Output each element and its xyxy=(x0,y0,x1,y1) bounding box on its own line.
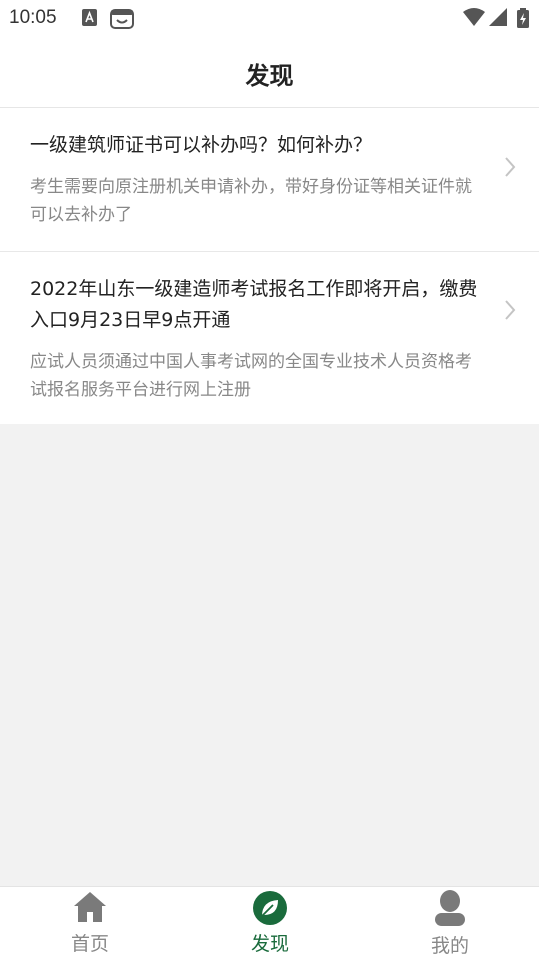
tab-home-label: 首页 xyxy=(70,933,109,955)
tab-mine[interactable]: 我的 xyxy=(360,887,539,959)
keyboard-notification-icon xyxy=(82,9,97,26)
status-time: 10:05 xyxy=(9,7,57,28)
article-list: 一级建筑师证书可以补办吗？如何补办？ 考生需要向原注册机关申请补办，带好身份证等… xyxy=(0,108,539,424)
bottom-tab-bar: 首页 发现 我的 xyxy=(0,886,539,959)
tab-home[interactable]: 首页 xyxy=(0,887,180,959)
page-header: 发现 xyxy=(0,38,539,108)
signal-icon xyxy=(489,8,507,26)
chevron-right-icon xyxy=(505,157,516,177)
article-title: 2022年山东一级建造师考试报名工作即将开启，缴费入口9月23日早9点开通 xyxy=(30,278,478,331)
chevron-right-icon xyxy=(505,300,516,320)
article-summary: 应试人员须通过中国人事考试网的全国专业技术人员资格考试报名服务平台进行网上注册 xyxy=(30,352,472,400)
wifi-icon xyxy=(463,8,485,26)
status-bar: 10:05 xyxy=(0,0,539,38)
person-icon xyxy=(435,890,465,926)
tab-mine-label: 我的 xyxy=(430,935,469,957)
article-summary: 考生需要向原注册机关申请补办，带好身份证等相关证件就可以去补办了 xyxy=(30,177,472,225)
battery-icon xyxy=(517,8,529,28)
article-title: 一级建筑师证书可以补办吗？如何补办？ xyxy=(30,134,373,156)
tab-discover-label: 发现 xyxy=(250,933,289,955)
app-notification-icon xyxy=(110,9,134,29)
home-icon xyxy=(74,892,106,922)
article-item[interactable]: 2022年山东一级建造师考试报名工作即将开启，缴费入口9月23日早9点开通 应试… xyxy=(0,251,539,424)
tab-discover[interactable]: 发现 xyxy=(180,887,360,959)
leaf-icon xyxy=(253,891,287,925)
article-item[interactable]: 一级建筑师证书可以补办吗？如何补办？ 考生需要向原注册机关申请补办，带好身份证等… xyxy=(0,108,539,251)
page-title: 发现 xyxy=(245,62,294,90)
